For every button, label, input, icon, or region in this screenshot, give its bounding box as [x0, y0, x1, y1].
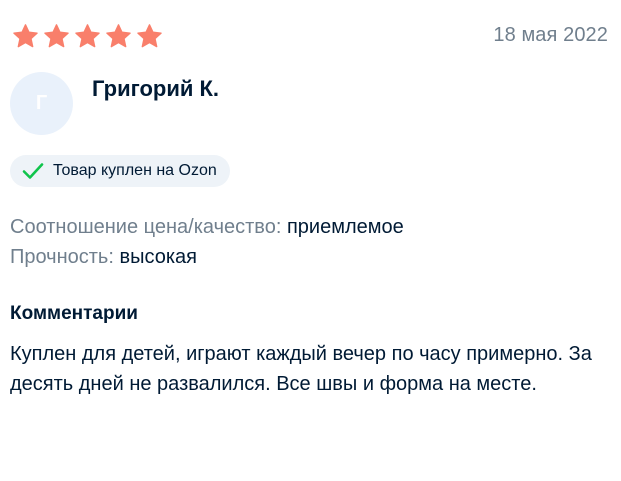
comment-text: Куплен для детей, играют каждый вечер по…	[10, 343, 592, 395]
star-icon	[104, 23, 133, 50]
purchase-badge: Товар куплен на Ozon	[10, 155, 230, 187]
review-date: 18 мая 2022	[493, 24, 608, 46]
author-name[interactable]: Григорий К.	[92, 76, 219, 102]
review-properties: Соотношение цена/качество: приемлемое Пр…	[10, 212, 404, 272]
property-label: Соотношение цена/качество:	[10, 216, 282, 238]
avatar-initial: Г	[35, 92, 48, 114]
review-card: 18 мая 2022 Г Григорий К. Товар куплен н…	[0, 0, 621, 481]
check-icon	[21, 161, 45, 181]
property-value: высокая	[119, 246, 197, 268]
star-icon	[135, 23, 164, 50]
star-icon	[11, 23, 40, 50]
property-label: Прочность:	[10, 246, 114, 268]
property-row: Прочность: высокая	[10, 242, 404, 272]
star-icon	[73, 23, 102, 50]
property-value: приемлемое	[286, 216, 404, 238]
rating-stars	[11, 23, 164, 50]
star-icon	[42, 23, 71, 50]
comment-title: Комментарии	[10, 303, 138, 324]
badge-text: Товар куплен на Ozon	[53, 162, 217, 179]
avatar[interactable]: Г	[10, 72, 73, 135]
property-row: Соотношение цена/качество: приемлемое	[10, 212, 404, 242]
